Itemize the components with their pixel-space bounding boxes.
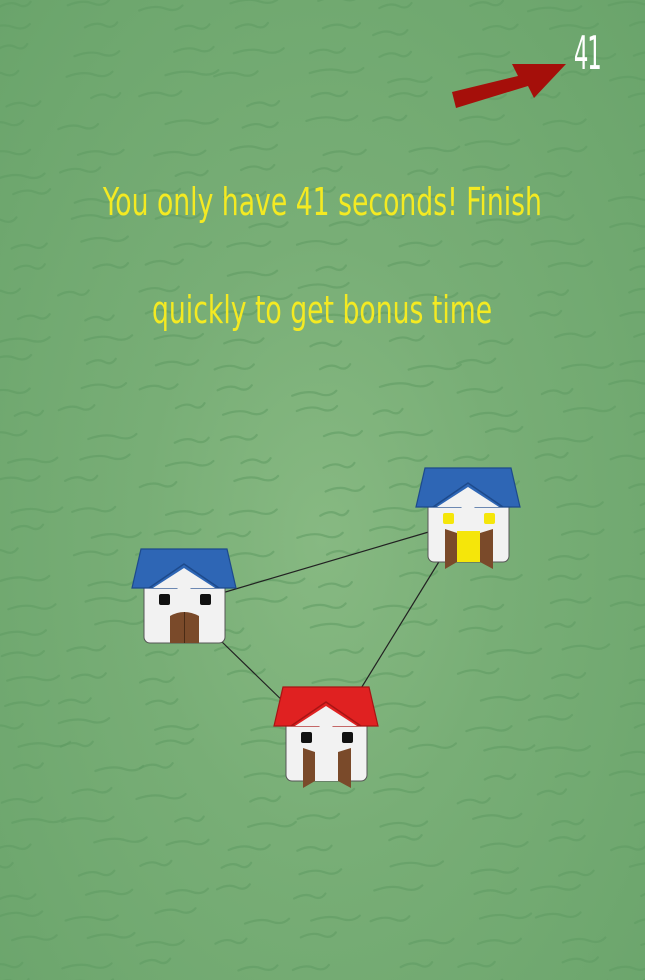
window-icon [443, 513, 454, 524]
house-blue-left[interactable] [131, 548, 237, 644]
connection-line [359, 559, 441, 691]
window-icon [200, 594, 211, 605]
door-left-icon [445, 529, 457, 569]
doorway-dark [315, 750, 338, 781]
door-right-icon [338, 748, 351, 788]
door-right-icon [480, 529, 493, 569]
house-blue-right[interactable] [415, 467, 521, 569]
window-icon [484, 513, 495, 524]
connection-line [219, 639, 291, 709]
doorway-light [457, 531, 480, 562]
window-icon [301, 732, 312, 743]
window-icon [342, 732, 353, 743]
connection-line [221, 530, 433, 594]
game-board [131, 467, 521, 788]
door-left-icon [303, 748, 315, 788]
window-icon [159, 594, 170, 605]
house-red-bottom[interactable] [273, 686, 379, 788]
